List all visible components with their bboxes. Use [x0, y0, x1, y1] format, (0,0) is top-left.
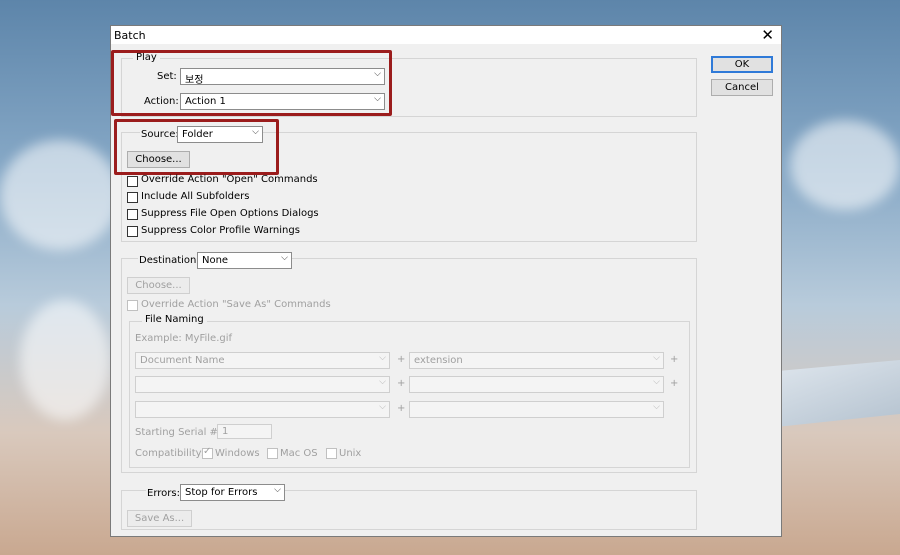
cloud	[20, 300, 110, 420]
override-open-label: Override Action "Open" Commands	[141, 174, 318, 185]
serial-label: Starting Serial #:	[135, 427, 222, 438]
plus-sign: +	[670, 378, 679, 389]
batch-dialog: Batch ✕ OK Cancel Play Set: 보정 ⌵ Action: …	[110, 25, 782, 537]
include-subfolders-label: Include All Subfolders	[141, 191, 250, 202]
unix-checkbox[interactable]	[326, 448, 337, 459]
cloud	[0, 140, 120, 250]
compatibility-label: Compatibility:	[135, 448, 205, 459]
serial-input[interactable]: 1	[217, 424, 272, 439]
destination-choose-button[interactable]: Choose...	[127, 277, 190, 294]
plus-sign: +	[670, 354, 679, 365]
chevron-down-icon: ⌵	[653, 353, 660, 363]
highlight-box	[111, 50, 392, 116]
title-bar: Batch ✕	[111, 26, 781, 44]
ok-button[interactable]: OK	[711, 56, 773, 73]
example-text: Example: MyFile.gif	[135, 333, 233, 344]
errors-select[interactable]: Stop for Errors ⌵	[180, 484, 285, 501]
save-as-button[interactable]: Save As...	[127, 510, 192, 527]
chevron-down-icon: ⌵	[379, 377, 386, 387]
plus-sign: +	[397, 354, 406, 365]
file-naming-legend: File Naming	[142, 314, 207, 325]
macos-label: Mac OS	[280, 448, 318, 459]
cancel-button[interactable]: Cancel	[711, 79, 773, 96]
suppress-color-warnings-checkbox[interactable]	[127, 226, 138, 237]
override-save-as-checkbox[interactable]	[127, 300, 138, 311]
plus-sign: +	[397, 403, 406, 414]
suppress-color-warnings-label: Suppress Color Profile Warnings	[141, 225, 300, 236]
macos-checkbox[interactable]	[267, 448, 278, 459]
chevron-down-icon: ⌵	[281, 253, 288, 263]
cloud	[790, 120, 900, 210]
windows-label: Windows	[215, 448, 260, 459]
chevron-down-icon: ⌵	[653, 377, 660, 387]
chevron-down-icon: ⌵	[653, 402, 660, 412]
window-title: Batch	[114, 29, 146, 42]
override-open-checkbox[interactable]	[127, 176, 138, 187]
include-subfolders-checkbox[interactable]	[127, 192, 138, 203]
suppress-open-options-label: Suppress File Open Options Dialogs	[141, 208, 319, 219]
override-save-as-label: Override Action "Save As" Commands	[141, 299, 331, 310]
naming-field-1[interactable]: Document Name ⌵	[135, 352, 390, 369]
highlight-box	[114, 119, 279, 175]
suppress-open-options-checkbox[interactable]	[127, 209, 138, 220]
unix-label: Unix	[339, 448, 362, 459]
destination-select[interactable]: None ⌵	[197, 252, 292, 269]
destination-label: Destination:	[138, 255, 201, 266]
naming-field-2[interactable]: extension ⌵	[409, 352, 664, 369]
errors-label: Errors:	[146, 488, 181, 499]
windows-checkbox[interactable]	[202, 446, 213, 459]
naming-field-4[interactable]: ⌵	[409, 376, 664, 393]
chevron-down-icon: ⌵	[379, 353, 386, 363]
naming-field-3[interactable]: ⌵	[135, 376, 390, 393]
naming-field-5[interactable]: ⌵	[135, 401, 390, 418]
naming-field-6[interactable]: ⌵	[409, 401, 664, 418]
plus-sign: +	[397, 378, 406, 389]
close-icon[interactable]: ✕	[761, 26, 774, 44]
chevron-down-icon: ⌵	[274, 485, 281, 495]
chevron-down-icon: ⌵	[379, 402, 386, 412]
